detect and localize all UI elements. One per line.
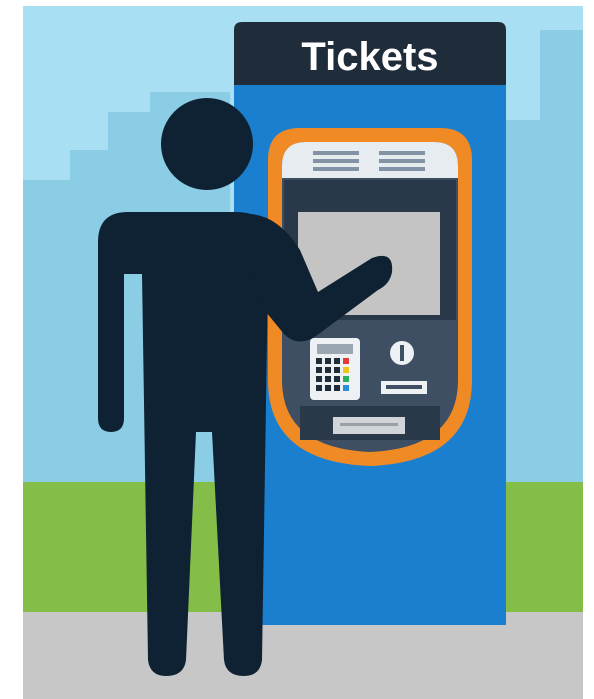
pavement xyxy=(23,612,583,699)
skyline-building xyxy=(23,180,73,490)
keypad-display xyxy=(317,344,353,354)
keypad-key xyxy=(343,376,349,382)
keypad-key xyxy=(343,358,349,364)
kiosk-top-section xyxy=(282,142,458,178)
keypad-key xyxy=(334,385,340,391)
grille-line xyxy=(379,151,425,155)
keypad-icon xyxy=(310,338,360,400)
grille-line xyxy=(313,167,359,171)
illustration-canvas: Tickets xyxy=(0,0,594,699)
keypad-key xyxy=(316,385,322,391)
keypad-key xyxy=(316,376,322,382)
grille-line xyxy=(313,151,359,155)
person-head xyxy=(161,98,253,190)
grille-line xyxy=(313,159,359,163)
keypad-key xyxy=(334,367,340,373)
keypad-key xyxy=(343,385,349,391)
keypad-key xyxy=(343,367,349,373)
keypad-key xyxy=(325,358,331,364)
dispenser-tray-slot xyxy=(340,423,398,426)
coin-slot-opening xyxy=(400,345,404,361)
keypad-key xyxy=(316,358,322,364)
ticket-kiosk: Tickets xyxy=(234,22,506,625)
skyline-building xyxy=(540,30,583,490)
keypad-key xyxy=(325,385,331,391)
card-slot-opening xyxy=(386,385,422,389)
keypad-key xyxy=(325,367,331,373)
kiosk-sign-label: Tickets xyxy=(301,35,438,79)
keypad-key xyxy=(334,358,340,364)
ticket-kiosk-illustration: Tickets xyxy=(0,0,594,699)
keypad-key xyxy=(334,376,340,382)
keypad-key xyxy=(325,376,331,382)
grille-line xyxy=(379,159,425,163)
grille-line xyxy=(379,167,425,171)
keypad-key xyxy=(316,367,322,373)
